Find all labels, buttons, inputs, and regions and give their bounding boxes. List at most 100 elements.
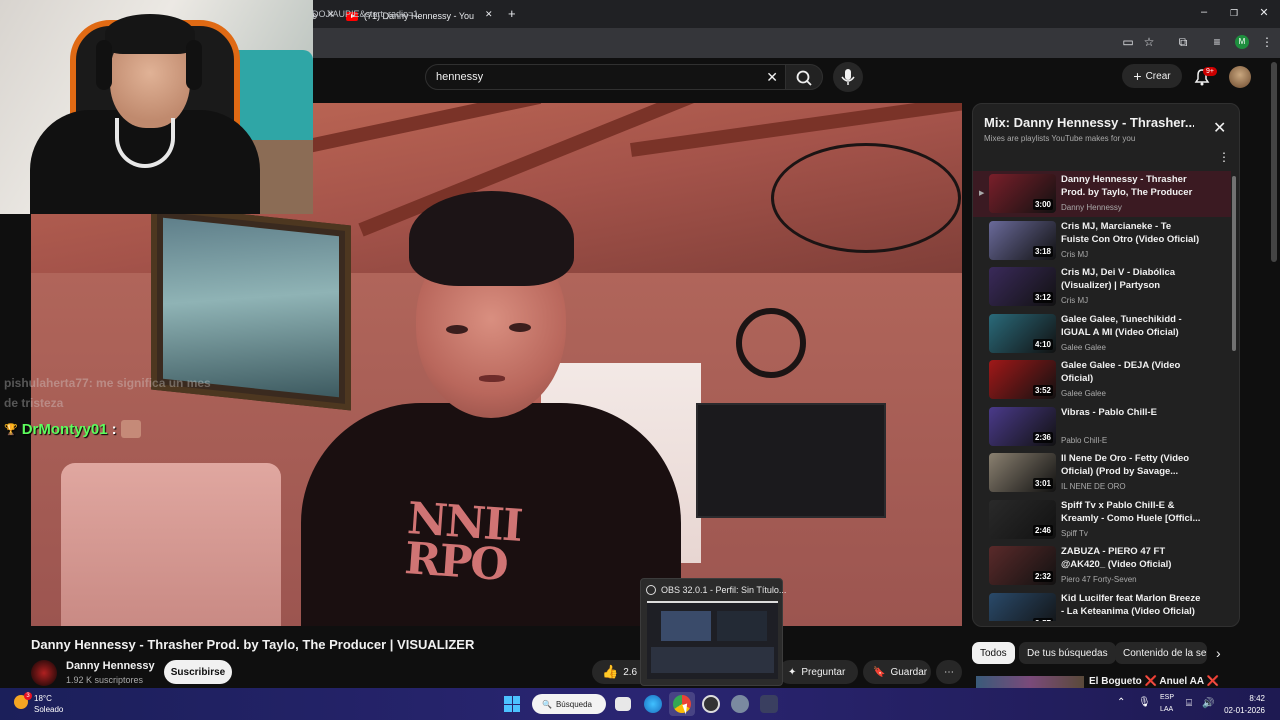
weather-description[interactable]: Soleado: [34, 705, 63, 714]
account-avatar[interactable]: [1229, 66, 1251, 88]
chip-from-searches[interactable]: De tus búsquedas: [1019, 642, 1116, 664]
volume-icon[interactable]: 🔊: [1202, 698, 1214, 709]
chevron-right-icon[interactable]: ›: [1216, 645, 1221, 661]
chip-related[interactable]: Contenido de la se: [1115, 642, 1207, 664]
mix-item-thumbnail[interactable]: 2:36: [989, 407, 1056, 446]
ask-button[interactable]: ✦ Preguntar: [778, 660, 858, 684]
mix-list-item[interactable]: 2:57 Kid Lucilfer feat Marlon Breeze - La…: [973, 590, 1231, 621]
mix-list-item[interactable]: 2:46 Spiff Tv x Pablo Chill-E & Kreamly -…: [973, 497, 1231, 543]
browser-menu-icon[interactable]: ⋮: [1259, 35, 1275, 49]
channel-name[interactable]: Danny Hennessy: [66, 660, 155, 672]
mix-item-channel: Cris MJ: [1061, 296, 1089, 305]
settings-gear-icon[interactable]: [731, 695, 749, 713]
obs-window-thumbnail[interactable]: [647, 601, 778, 679]
clock-date[interactable]: 02-01-2026: [1218, 706, 1265, 715]
video-person-shirt-print: NNII RPO: [402, 493, 523, 592]
page-scrollbar[interactable]: [1271, 62, 1277, 262]
more-vertical-icon[interactable]: ⋮: [1218, 150, 1230, 164]
mix-list-item[interactable]: 4:10 Galee Galee, Tunechikidd - IGUAL A M…: [973, 311, 1231, 357]
mix-item-title[interactable]: Cris MJ, Marcianeke - Te Fuiste Con Otro…: [1061, 220, 1201, 246]
mix-item-thumbnail[interactable]: 4:10: [989, 314, 1056, 353]
task-view-icon[interactable]: [615, 697, 631, 711]
mix-list-item[interactable]: 3:12 Cris MJ, Dei V - Diabólica (Visualiz…: [973, 264, 1231, 310]
search-query-text: hennessy: [436, 71, 484, 83]
voice-search-button[interactable]: [833, 62, 863, 92]
obs-window-title: OBS 32.0.1 - Perfil: Sin Título...: [661, 585, 787, 595]
mix-item-title[interactable]: Danny Hennessy - Thrasher Prod. by Taylo…: [1061, 173, 1201, 199]
mix-item-thumbnail[interactable]: 3:18: [989, 221, 1056, 260]
mix-item-title[interactable]: Vibras - Pablo Chill-E: [1061, 406, 1201, 419]
mix-item-title[interactable]: Galee Galee, Tunechikidd - IGUAL A MI (V…: [1061, 313, 1201, 339]
next-video-row[interactable]: El Bogueto ❌ Anuel AA ❌: [972, 676, 1240, 688]
mix-item-title[interactable]: Galee Galee - DEJA (Video Oficial): [1061, 359, 1201, 385]
mix-item-channel: Cris MJ: [1061, 250, 1089, 259]
app-icon[interactable]: [760, 695, 778, 713]
edge-icon[interactable]: [644, 695, 662, 713]
windows-start-icon[interactable]: [504, 696, 520, 712]
extensions-icon[interactable]: ⧉: [1175, 35, 1191, 50]
close-window-icon[interactable]: ✕: [1256, 6, 1272, 19]
mix-scrollbar[interactable]: [1232, 176, 1236, 351]
chat-message-faded: pishulaherta77: me significa un mes: [4, 376, 211, 390]
clock-time[interactable]: 8:42: [1225, 694, 1265, 703]
weather-temperature[interactable]: 18°C: [34, 694, 52, 703]
cast-icon[interactable]: ▭: [1120, 35, 1136, 49]
mix-list-item[interactable]: 2:32 ZABUZA - PIERO 47 FT @AK420_ (Video …: [973, 543, 1231, 589]
url-text[interactable]: DOJIAUPIE&start_radio=1: [312, 9, 418, 19]
tab-youtube-close-icon[interactable]: ✕: [485, 9, 493, 20]
search-input[interactable]: hennessy ✕: [425, 64, 789, 90]
mix-item-channel: Pablo Chill-E: [1061, 436, 1108, 445]
minimize-icon[interactable]: –: [1196, 6, 1212, 18]
tray-chevron-up-icon[interactable]: ⌃: [1117, 697, 1125, 708]
create-button[interactable]: + Crear: [1122, 64, 1182, 88]
mix-item-title[interactable]: Cris MJ, Dei V - Diabólica (Visualizer) …: [1061, 266, 1201, 292]
clear-search-icon[interactable]: ✕: [766, 69, 778, 86]
mix-item-thumbnail[interactable]: 2:46: [989, 500, 1056, 539]
bookmark-star-icon[interactable]: ☆: [1141, 35, 1157, 49]
microphone-icon: [841, 69, 855, 85]
mix-item-duration: 3:52: [1032, 385, 1053, 396]
thumbs-up-icon: 👍: [602, 664, 619, 679]
mix-item-thumbnail[interactable]: 3:52: [989, 360, 1056, 399]
more-actions-button[interactable]: ⋯: [936, 660, 962, 684]
mix-list-item[interactable]: 2:36 Vibras - Pablo Chill-E Pablo Chill-E: [973, 404, 1231, 450]
network-icon[interactable]: ⌸: [1186, 698, 1192, 709]
taskbar-preview-popup[interactable]: OBS 32.0.1 - Perfil: Sin Título...: [640, 578, 787, 686]
restore-icon[interactable]: ❐: [1226, 8, 1242, 19]
mix-item-thumbnail[interactable]: 2:57: [989, 593, 1056, 621]
taskbar-search[interactable]: 🔍 Búsqueda: [532, 694, 606, 714]
mix-title[interactable]: Mix: Danny Hennessy - Thrasher...: [984, 115, 1194, 130]
save-button[interactable]: 🔖 Guardar: [863, 660, 931, 684]
webcam-person-hair: [105, 14, 195, 54]
media-controls-icon[interactable]: ≡: [1209, 35, 1225, 49]
search-button[interactable]: [785, 64, 823, 90]
mix-item-title[interactable]: Spiff Tv x Pablo Chill-E & Kreamly - Com…: [1061, 499, 1201, 525]
close-icon[interactable]: ✕: [1213, 118, 1226, 138]
input-language-top[interactable]: ESP: [1160, 694, 1174, 701]
subscribe-button[interactable]: Suscribirse: [164, 660, 232, 684]
mix-list-item[interactable]: 3:01 Il Nene De Oro - Fetty (Video Oficia…: [973, 450, 1231, 496]
sparkle-icon: ✦: [788, 666, 797, 678]
chat-message: 🏆 DrMontyy01 :: [4, 420, 141, 438]
mix-item-thumbnail[interactable]: 3:12: [989, 267, 1056, 306]
mix-list-item[interactable]: 3:52 Galee Galee - DEJA (Video Oficial) Ga…: [973, 357, 1231, 403]
mix-item-title[interactable]: Kid Lucilfer feat Marlon Breeze - La Ket…: [1061, 592, 1201, 618]
browser-profile-avatar[interactable]: M: [1235, 35, 1249, 49]
chip-all[interactable]: Todos: [972, 642, 1015, 664]
now-playing-icon: ▶: [979, 190, 985, 197]
mix-item-thumbnail[interactable]: 3:01: [989, 453, 1056, 492]
mix-item-thumbnail[interactable]: 3:00: [989, 174, 1056, 213]
mix-item-duration: 3:12: [1032, 292, 1053, 303]
channel-avatar[interactable]: [31, 660, 57, 686]
input-language-bottom[interactable]: LAA: [1160, 706, 1173, 713]
mix-item-title[interactable]: Il Nene De Oro - Fetty (Video Oficial) (…: [1061, 452, 1201, 478]
mix-list-item[interactable]: ▶ 3:00 Danny Hennessy - Thrasher Prod. by …: [973, 171, 1231, 217]
new-tab-icon[interactable]: +: [508, 6, 516, 21]
create-label: Crear: [1145, 70, 1171, 82]
obs-program-pane: [717, 611, 767, 641]
mix-item-thumbnail[interactable]: 2:32: [989, 546, 1056, 585]
tray-mic-icon[interactable]: 🎙: [1138, 697, 1151, 708]
mix-list-item[interactable]: 3:18 Cris MJ, Marcianeke - Te Fuiste Con …: [973, 218, 1231, 264]
obs-taskbar-icon[interactable]: [702, 695, 720, 713]
mix-item-title[interactable]: ZABUZA - PIERO 47 FT @AK420_ (Video Ofic…: [1061, 545, 1201, 571]
